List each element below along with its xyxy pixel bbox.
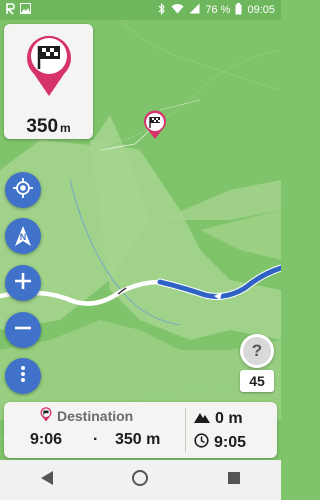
status-time: 09:05: [247, 4, 275, 16]
zoom-out-icon: [14, 319, 32, 342]
wifi-icon: [171, 3, 184, 17]
zoom-in-button[interactable]: [5, 265, 41, 301]
route-info-panel[interactable]: Destination 9:06 · 350 m 0 m 9:05: [4, 402, 277, 458]
panel-divider: [185, 408, 186, 452]
destination-header: Destination: [40, 407, 133, 425]
clock-icon: [194, 433, 209, 453]
destination-marker[interactable]: [142, 110, 168, 140]
back-icon: [40, 470, 54, 491]
image-notification-icon: [20, 3, 31, 17]
locate-icon: [13, 177, 33, 203]
arrival-time: 9:06: [30, 431, 63, 448]
app-notification-icon: [6, 2, 15, 18]
compass-north-icon: N: [13, 225, 33, 247]
remaining-distance: 350 m: [115, 431, 161, 448]
compass-letter: N: [19, 232, 27, 242]
turn-distance-unit: m: [60, 121, 71, 135]
time-row: 9:05: [194, 433, 246, 453]
zoom-in-icon: [14, 272, 32, 295]
my-location-button[interactable]: [5, 172, 41, 208]
home-icon: [131, 469, 149, 492]
destination-flag-icon: [40, 407, 52, 425]
more-options-icon: [20, 365, 26, 388]
recents-icon: [227, 471, 241, 490]
ascent-row: 0 m: [194, 410, 243, 428]
system-nav-bar: [0, 460, 281, 500]
turn-instruction-card[interactable]: 350 m: [4, 24, 93, 139]
speed-limit-sign: ?: [240, 334, 274, 368]
status-left: [6, 2, 31, 18]
current-speed: 45: [240, 370, 274, 392]
signal-icon: [189, 3, 200, 17]
ascent-value: 0 m: [215, 410, 243, 427]
back-button[interactable]: [27, 460, 67, 500]
status-right: 76 % 09:05: [158, 2, 275, 18]
battery-percent: 76 %: [205, 4, 231, 16]
recents-button[interactable]: [214, 460, 254, 500]
finish-flag-icon: [24, 32, 74, 103]
status-bar: 76 % 09:05: [0, 0, 281, 20]
bluetooth-icon: [158, 2, 166, 18]
turn-distance: 350 m: [4, 116, 93, 138]
destination-label: Destination: [57, 408, 134, 424]
info-separator: ·: [93, 431, 99, 448]
zoom-out-button[interactable]: [5, 312, 41, 348]
speed-limit-widget[interactable]: ? 45: [238, 334, 278, 392]
mountain-icon: [194, 410, 210, 428]
home-button[interactable]: [120, 460, 160, 500]
more-options-button[interactable]: [5, 358, 41, 394]
turn-distance-value: 350: [26, 116, 59, 137]
clock-time: 9:05: [214, 434, 247, 451]
compass-button[interactable]: N: [5, 218, 41, 254]
battery-icon: [235, 2, 242, 18]
